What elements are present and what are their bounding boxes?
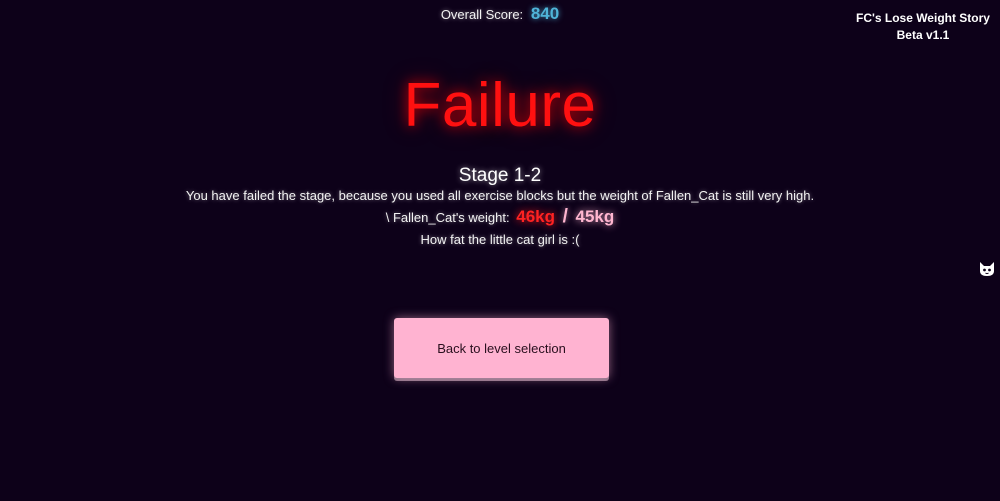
cat-icon[interactable] xyxy=(978,260,996,278)
game-version: Beta v1.1 xyxy=(896,28,950,42)
weight-line: \ Fallen_Cat's weight: 46kg / 45kg xyxy=(0,206,1000,228)
taunt-text: How fat the little cat girl is :( xyxy=(420,232,580,247)
score-value: 840 xyxy=(530,4,560,23)
weight-target: 45kg xyxy=(575,207,615,226)
score-label: Overall Score: xyxy=(440,7,524,22)
game-title-block: FC's Lose Weight Story Beta v1.1 xyxy=(848,10,998,44)
failure-reason: You have failed the stage, because you u… xyxy=(185,188,815,203)
game-screen: Overall Score: 840 FC's Lose Weight Stor… xyxy=(0,0,1000,501)
back-to-level-selection-button[interactable]: Back to level selection xyxy=(394,318,609,378)
weight-current: 46kg xyxy=(516,207,555,226)
game-title: FC's Lose Weight Story xyxy=(856,11,990,25)
weight-label: \ Fallen_Cat's weight: xyxy=(385,210,510,225)
weight-separator: / xyxy=(562,206,568,227)
failure-heading: Failure xyxy=(403,71,597,140)
stage-label: Stage 1-2 xyxy=(458,165,542,186)
